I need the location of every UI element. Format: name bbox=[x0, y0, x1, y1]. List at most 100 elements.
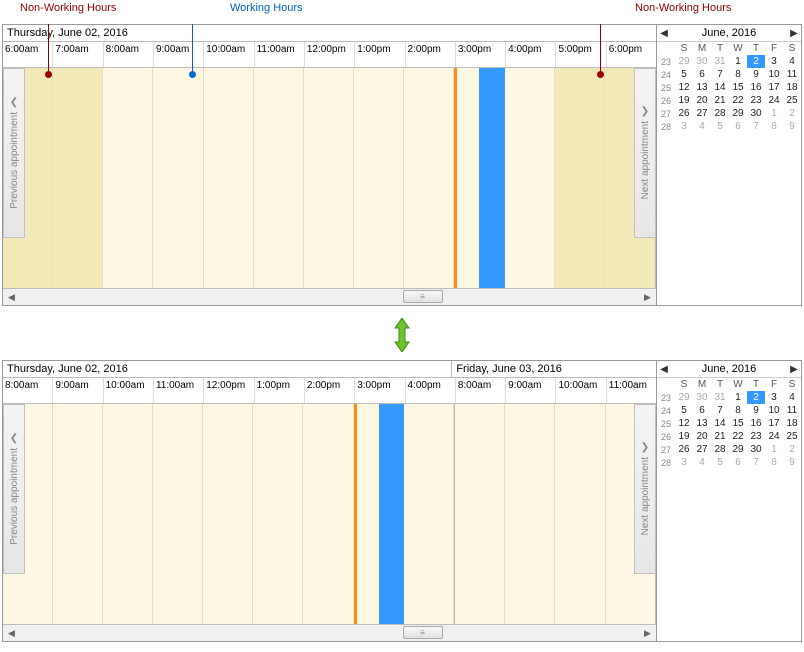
month-prev-button[interactable]: ◀ bbox=[657, 364, 671, 375]
calendar-day[interactable]: 12 bbox=[675, 417, 693, 430]
calendar-day[interactable]: 17 bbox=[765, 417, 783, 430]
scroll-right-icon[interactable]: ▶ bbox=[639, 289, 656, 305]
calendar-day[interactable]: 6 bbox=[729, 120, 747, 133]
calendar-day[interactable]: 8 bbox=[765, 120, 783, 133]
time-cell[interactable] bbox=[254, 68, 304, 288]
time-cell[interactable] bbox=[555, 404, 605, 624]
calendar-day[interactable]: 30 bbox=[693, 391, 711, 404]
scroll-left-icon[interactable]: ◀ bbox=[3, 289, 20, 305]
calendar-day[interactable]: 29 bbox=[675, 391, 693, 404]
calendar-day[interactable]: 7 bbox=[711, 404, 729, 417]
calendar-day[interactable]: 3 bbox=[675, 120, 693, 133]
time-cell[interactable] bbox=[354, 68, 404, 288]
calendar-day[interactable]: 29 bbox=[675, 55, 693, 68]
time-cell[interactable] bbox=[404, 404, 454, 624]
month-next-button[interactable]: ▶ bbox=[787, 364, 801, 375]
calendar-day[interactable]: 18 bbox=[783, 81, 801, 94]
scroll-thumb[interactable]: ≡ bbox=[403, 290, 443, 303]
time-cell[interactable] bbox=[204, 68, 254, 288]
calendar-day[interactable]: 4 bbox=[783, 391, 801, 404]
calendar-day[interactable]: 21 bbox=[711, 94, 729, 107]
appointment-block[interactable] bbox=[379, 404, 404, 624]
calendar-day[interactable]: 4 bbox=[693, 120, 711, 133]
calendar-day[interactable]: 27 bbox=[693, 443, 711, 456]
time-cell[interactable] bbox=[103, 68, 153, 288]
time-cell[interactable] bbox=[304, 68, 354, 288]
calendar-day[interactable]: 4 bbox=[693, 456, 711, 469]
calendar-day[interactable]: 9 bbox=[747, 404, 765, 417]
calendar-day[interactable]: 9 bbox=[783, 120, 801, 133]
calendar-day[interactable]: 14 bbox=[711, 417, 729, 430]
calendar-day[interactable]: 2 bbox=[783, 107, 801, 120]
prev-appointment-button[interactable]: ❮ Previous appointment bbox=[3, 404, 25, 574]
timeline-grid[interactable]: ❮ Previous appointment ❯ Next appointmen… bbox=[3, 404, 656, 624]
scroll-left-icon[interactable]: ◀ bbox=[3, 625, 20, 641]
time-cell[interactable] bbox=[505, 68, 555, 288]
calendar-day[interactable]: 4 bbox=[783, 55, 801, 68]
calendar-day[interactable]: 1 bbox=[765, 443, 783, 456]
calendar-day[interactable]: 7 bbox=[711, 68, 729, 81]
calendar-day[interactable]: 27 bbox=[693, 107, 711, 120]
calendar-day[interactable]: 29 bbox=[729, 107, 747, 120]
time-cell[interactable] bbox=[303, 404, 353, 624]
calendar-day[interactable]: 24 bbox=[765, 94, 783, 107]
time-cell[interactable] bbox=[505, 404, 555, 624]
time-cell[interactable] bbox=[253, 404, 303, 624]
time-cell[interactable] bbox=[153, 68, 203, 288]
calendar-day[interactable]: 1 bbox=[765, 107, 783, 120]
calendar-day[interactable]: 10 bbox=[765, 68, 783, 81]
calendar-day[interactable]: 21 bbox=[711, 430, 729, 443]
time-cell[interactable] bbox=[555, 68, 605, 288]
time-cell[interactable] bbox=[103, 404, 153, 624]
calendar-day[interactable]: 28 bbox=[711, 443, 729, 456]
next-appointment-button[interactable]: ❯ Next appointment bbox=[634, 68, 656, 238]
calendar-day[interactable]: 22 bbox=[729, 430, 747, 443]
calendar-day[interactable]: 24 bbox=[765, 430, 783, 443]
calendar-day[interactable]: 25 bbox=[783, 94, 801, 107]
calendar-day[interactable]: 3 bbox=[765, 391, 783, 404]
calendar-day[interactable]: 30 bbox=[747, 107, 765, 120]
prev-appointment-button[interactable]: ❮ Previous appointment bbox=[3, 68, 25, 238]
calendar-day[interactable]: 19 bbox=[675, 94, 693, 107]
horizontal-scrollbar[interactable]: ◀ ≡ ▶ bbox=[3, 288, 656, 305]
calendar-day[interactable]: 1 bbox=[729, 55, 747, 68]
calendar-day[interactable]: 31 bbox=[711, 391, 729, 404]
appointment-block[interactable] bbox=[479, 68, 504, 288]
calendar-day[interactable]: 30 bbox=[693, 55, 711, 68]
calendar-day[interactable]: 23 bbox=[747, 430, 765, 443]
calendar-day[interactable]: 31 bbox=[711, 55, 729, 68]
calendar-day[interactable]: 7 bbox=[747, 456, 765, 469]
calendar-day[interactable]: 26 bbox=[675, 443, 693, 456]
calendar-day[interactable]: 30 bbox=[747, 443, 765, 456]
calendar-day[interactable]: 13 bbox=[693, 417, 711, 430]
calendar-day[interactable]: 8 bbox=[729, 404, 747, 417]
calendar-day[interactable]: 5 bbox=[711, 120, 729, 133]
next-appointment-button[interactable]: ❯ Next appointment bbox=[634, 404, 656, 574]
timeline-grid[interactable]: ❮ Previous appointment ❯ Next appointmen… bbox=[3, 68, 656, 288]
month-prev-button[interactable]: ◀ bbox=[657, 28, 671, 39]
calendar-day[interactable]: 25 bbox=[783, 430, 801, 443]
scroll-right-icon[interactable]: ▶ bbox=[639, 625, 656, 641]
calendar-day[interactable]: 28 bbox=[711, 107, 729, 120]
calendar-day[interactable]: 2 bbox=[747, 391, 765, 404]
calendar-day[interactable]: 12 bbox=[675, 81, 693, 94]
horizontal-scrollbar[interactable]: ◀ ≡ ▶ bbox=[3, 624, 656, 641]
calendar-day[interactable]: 16 bbox=[747, 417, 765, 430]
calendar-day[interactable]: 5 bbox=[675, 404, 693, 417]
calendar-day[interactable]: 15 bbox=[729, 81, 747, 94]
calendar-day[interactable]: 9 bbox=[747, 68, 765, 81]
calendar-day[interactable]: 9 bbox=[783, 456, 801, 469]
calendar-day[interactable]: 17 bbox=[765, 81, 783, 94]
calendar-day[interactable]: 6 bbox=[693, 404, 711, 417]
calendar-day[interactable]: 6 bbox=[729, 456, 747, 469]
calendar-day[interactable]: 1 bbox=[729, 391, 747, 404]
calendar-day[interactable]: 23 bbox=[747, 94, 765, 107]
calendar-day[interactable]: 11 bbox=[783, 404, 801, 417]
calendar-day[interactable]: 5 bbox=[675, 68, 693, 81]
time-cell[interactable] bbox=[455, 404, 505, 624]
time-cell[interactable] bbox=[53, 68, 103, 288]
calendar-day[interactable]: 13 bbox=[693, 81, 711, 94]
calendar-day[interactable]: 18 bbox=[783, 417, 801, 430]
calendar-day[interactable]: 2 bbox=[783, 443, 801, 456]
calendar-day[interactable]: 8 bbox=[765, 456, 783, 469]
